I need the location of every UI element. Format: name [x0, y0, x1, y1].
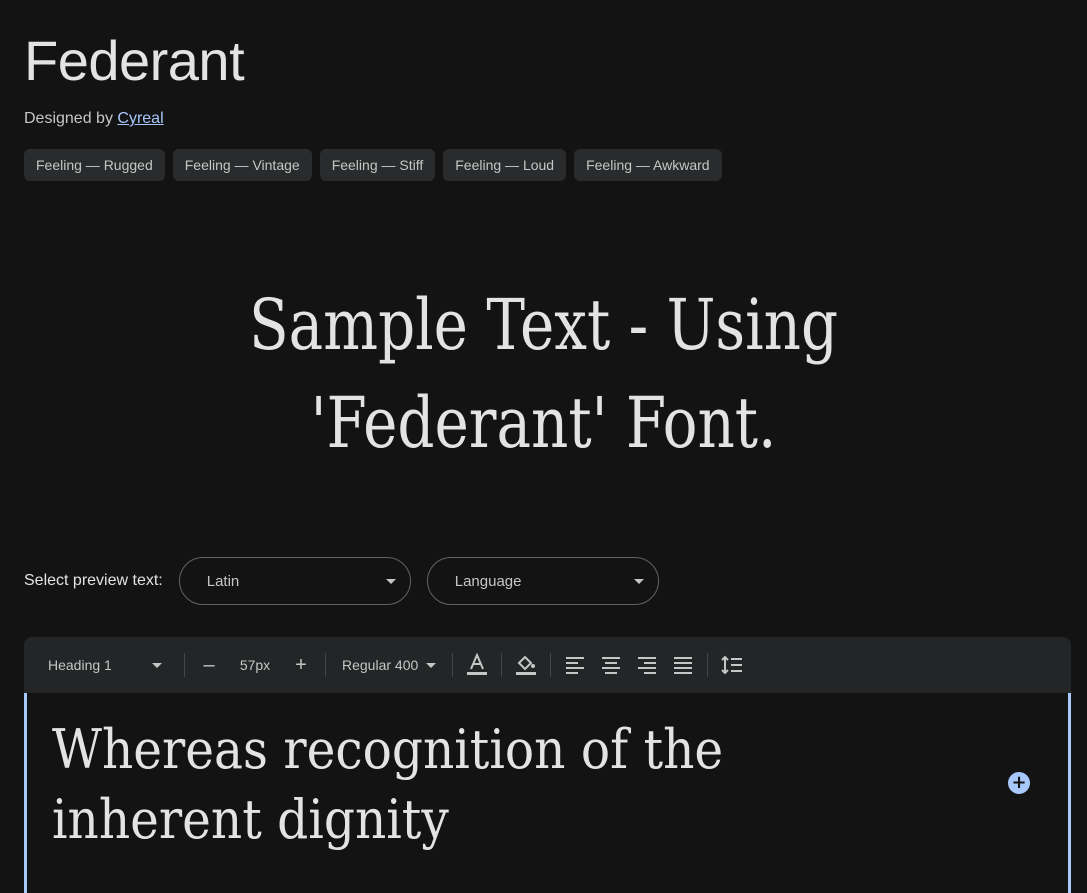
align-left-icon — [566, 656, 585, 674]
background-color-button[interactable] — [508, 647, 544, 683]
weight-select-value: Regular 400 — [342, 657, 419, 673]
divider — [452, 653, 454, 677]
preview-editor[interactable]: Whereas recognition of the inherent dign… — [24, 693, 1071, 893]
align-justify-button[interactable] — [665, 647, 701, 683]
align-right-button[interactable] — [629, 647, 665, 683]
chevron-down-icon — [152, 662, 162, 668]
divider — [550, 653, 552, 677]
designer-link[interactable]: Cyreal — [117, 110, 163, 127]
decrease-size-button[interactable]: – — [191, 647, 227, 683]
divider — [501, 653, 503, 677]
align-right-icon — [638, 656, 657, 674]
plus-icon: + — [1011, 772, 1027, 793]
add-button[interactable]: + — [1008, 772, 1030, 794]
preview-controls: Select preview text: Latin Language — [24, 557, 675, 605]
tag-awkward[interactable]: Feeling — Awkward — [574, 149, 722, 181]
divider — [325, 653, 326, 677]
divider — [184, 653, 185, 677]
feeling-tags: Feeling — Rugged Feeling — Vintage Feeli… — [24, 149, 722, 181]
sample-line-1: Sample Text - Using — [248, 284, 839, 366]
editor-text[interactable]: Whereas recognition of the inherent dign… — [52, 715, 736, 855]
script-select[interactable]: Latin — [178, 557, 411, 605]
fill-color-icon — [516, 655, 537, 675]
font-title: Federant — [24, 29, 245, 92]
line-height-button[interactable] — [714, 647, 750, 683]
sample-line-2: 'Federant' Font. — [310, 382, 777, 464]
align-justify-icon — [674, 656, 693, 674]
style-select[interactable]: Heading 1 — [38, 657, 178, 673]
designed-by-label: Designed by — [24, 110, 118, 127]
style-select-value: Heading 1 — [48, 657, 112, 673]
tag-stiff[interactable]: Feeling — Stiff — [319, 149, 436, 181]
tag-rugged[interactable]: Feeling — Rugged — [24, 149, 165, 181]
preview-label: Select preview text: — [24, 572, 163, 589]
font-size-value[interactable]: 57px — [227, 657, 283, 673]
align-center-icon — [602, 656, 621, 674]
designer-line: Designed by Cyreal — [24, 110, 164, 128]
language-select-value: Language — [454, 572, 522, 590]
chevron-down-icon — [385, 578, 396, 584]
sample-text: Sample Text - Using 'Federant' Font. — [43, 276, 1043, 472]
tag-loud[interactable]: Feeling — Loud — [443, 149, 567, 181]
line-spacing-icon — [721, 655, 743, 675]
text-color-icon — [467, 653, 488, 675]
language-select[interactable]: Language — [426, 557, 659, 605]
tag-vintage[interactable]: Feeling — Vintage — [172, 149, 312, 181]
divider — [707, 653, 709, 677]
increase-size-button[interactable]: + — [283, 647, 319, 683]
chevron-down-icon — [426, 662, 437, 668]
editor-toolbar: Heading 1 – 57px + Regular 400 — [24, 637, 1071, 693]
text-color-button[interactable] — [459, 647, 495, 683]
chevron-down-icon — [633, 578, 644, 584]
align-center-button[interactable] — [593, 647, 629, 683]
script-select-value: Latin — [206, 572, 240, 590]
weight-select[interactable]: Regular 400 — [332, 657, 446, 673]
align-left-button[interactable] — [557, 647, 593, 683]
